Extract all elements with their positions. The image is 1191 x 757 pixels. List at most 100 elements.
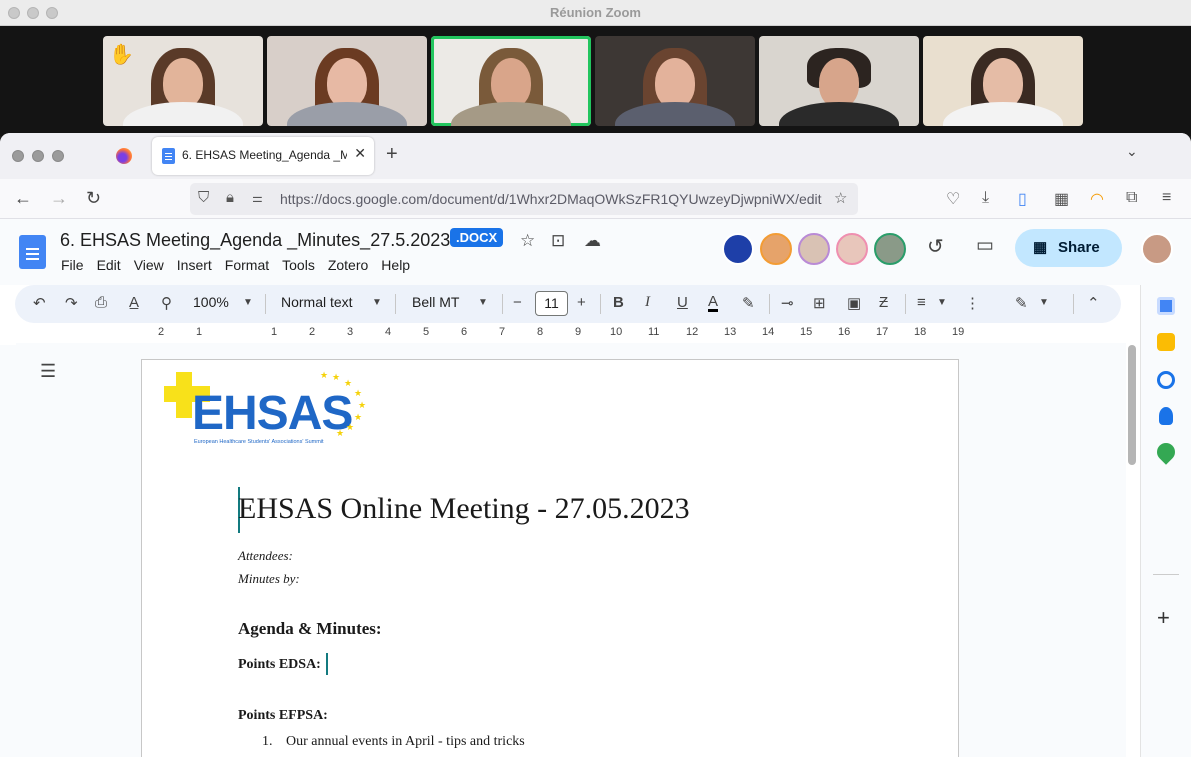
bold-icon[interactable]: B	[613, 294, 624, 311]
docs-extension-icon[interactable]: ▯	[1018, 189, 1027, 209]
new-tab-button[interactable]: +	[386, 143, 398, 166]
chevron-down-icon[interactable]: ▼	[243, 297, 253, 308]
tab-close-icon[interactable]: ✕	[354, 145, 366, 162]
editing-mode-pencil-icon[interactable]: ✎	[1015, 294, 1028, 312]
rainbow-extension-icon[interactable]: ◠	[1090, 189, 1104, 209]
reload-button[interactable]: ↻	[86, 188, 101, 209]
forward-button[interactable]: →	[50, 188, 68, 209]
participant-tile[interactable]	[759, 36, 919, 126]
browser-minimize-button[interactable]	[32, 150, 44, 162]
browser-close-button[interactable]	[12, 150, 24, 162]
font-size-input[interactable]: 11	[535, 291, 568, 316]
insert-link-icon[interactable]: ⊸	[781, 294, 794, 312]
menu-zotero[interactable]: Zotero	[328, 257, 368, 273]
cloud-saved-icon[interactable]: ☁	[584, 231, 601, 251]
firefox-icon[interactable]	[116, 148, 132, 164]
horizontal-ruler[interactable]: 2 1 1 2 3 4 5 6 7 8 9 10 11 12 13 14 15 16 17 18 19	[140, 326, 964, 342]
decrease-font-size-icon[interactable]: −	[513, 294, 522, 311]
tasks-icon[interactable]	[1157, 371, 1175, 389]
move-folder-icon[interactable]: ⊡	[551, 231, 565, 251]
downloads-icon[interactable]: ⤓	[982, 189, 989, 207]
chevron-down-icon[interactable]: ▼	[372, 297, 382, 308]
lock-icon[interactable]: 🔒︎	[226, 189, 234, 206]
chevron-down-icon[interactable]: ▼	[478, 297, 488, 308]
insert-image-icon[interactable]: ▣	[847, 294, 861, 312]
share-button[interactable]: ▦ Share	[1015, 229, 1122, 267]
google-docs-logo-icon[interactable]	[19, 235, 46, 269]
collaborator-avatar[interactable]	[798, 233, 830, 265]
ruler-tick-label: 7	[499, 326, 506, 338]
menu-tools[interactable]: Tools	[282, 257, 315, 273]
print-icon[interactable]: ⎙	[95, 294, 107, 311]
highlight-color-icon[interactable]: ✎	[742, 294, 755, 312]
collaborator-avatar[interactable]	[836, 233, 868, 265]
menu-file[interactable]: File	[61, 257, 84, 273]
clear-formatting-icon[interactable]: Ƶ	[879, 294, 888, 311]
ruler-tick-label: 11	[648, 326, 660, 338]
chevron-down-icon[interactable]: ▼	[1039, 297, 1049, 308]
participant-tile-active-speaker[interactable]	[431, 36, 591, 126]
menu-hamburger-icon[interactable]: ≡	[1162, 189, 1171, 207]
increase-font-size-icon[interactable]: +	[577, 294, 586, 311]
menu-view[interactable]: View	[134, 257, 164, 273]
paint-format-icon[interactable]: ⚲	[161, 294, 172, 312]
collaborator-avatar[interactable]	[722, 233, 754, 265]
redo-icon[interactable]: ↷	[65, 294, 78, 312]
paragraph-style-select[interactable]: Normal text	[281, 294, 353, 310]
url-text[interactable]: https://docs.google.com/document/d/1Whxr…	[280, 191, 830, 207]
menu-bar: File Edit View Insert Format Tools Zoter…	[61, 257, 423, 273]
navigation-bar: ← → ↻ ⛉ 🔒︎ ⚌ https://docs.google.com/doc…	[0, 179, 1191, 219]
scrollbar-thumb[interactable]	[1128, 345, 1136, 465]
browser-zoom-button[interactable]	[52, 150, 64, 162]
address-bar[interactable]: ⛉ 🔒︎ ⚌ https://docs.google.com/document/…	[190, 183, 858, 215]
tab-google-doc[interactable]: 6. EHSAS Meeting_Agenda _Minutes_27.5.20…	[152, 137, 374, 175]
comments-icon[interactable]: ▭	[976, 234, 994, 257]
participant-tile[interactable]: ✋	[103, 36, 263, 126]
hide-menus-chevron-up-icon[interactable]: ⌃	[1087, 294, 1100, 312]
participant-tile[interactable]	[267, 36, 427, 126]
underline-icon[interactable]: U	[677, 294, 688, 311]
shield-icon[interactable]: ⛉	[198, 189, 209, 206]
menu-insert[interactable]: Insert	[177, 257, 212, 273]
permissions-icon[interactable]: ⚌	[252, 191, 263, 205]
font-select[interactable]: Bell MT	[412, 294, 459, 310]
menu-help[interactable]: Help	[381, 257, 410, 273]
undo-icon[interactable]: ↶	[33, 294, 46, 312]
maps-icon[interactable]	[1153, 439, 1179, 465]
chevron-down-icon[interactable]: ▼	[937, 297, 947, 308]
participant-tile[interactable]	[595, 36, 755, 126]
contacts-icon[interactable]	[1159, 407, 1173, 425]
extension-icon[interactable]: ▦	[1054, 189, 1069, 209]
menu-format[interactable]: Format	[225, 257, 269, 273]
align-left-icon[interactable]: ≡	[917, 294, 926, 311]
spellcheck-icon[interactable]: A̲	[129, 294, 139, 311]
ruler-tick-label: 18	[914, 326, 927, 338]
tab-title: 6. EHSAS Meeting_Agenda _Minutes_27.5.20…	[182, 148, 347, 162]
collaborator-avatar[interactable]	[874, 233, 906, 265]
more-options-icon[interactable]: ⋮	[965, 294, 980, 312]
collaborator-avatar[interactable]	[760, 233, 792, 265]
add-comment-icon[interactable]: ⊞	[813, 294, 826, 312]
text-color-icon[interactable]: A	[708, 294, 719, 312]
ruler-tick-label: 2	[158, 326, 165, 338]
zoom-select[interactable]: 100%	[193, 294, 229, 310]
keep-icon[interactable]	[1157, 333, 1175, 351]
calendar-icon[interactable]	[1157, 297, 1175, 315]
get-addons-plus-icon[interactable]: +	[1157, 605, 1170, 631]
back-button[interactable]: ←	[14, 188, 32, 209]
pocket-icon[interactable]: ♡	[946, 189, 960, 209]
italic-icon[interactable]: I	[645, 294, 650, 311]
list-all-tabs-chevron-icon[interactable]: ⌄	[1126, 143, 1138, 160]
document-title[interactable]: 6. EHSAS Meeting_Agenda _Minutes_27.5.20…	[60, 230, 450, 251]
bookmark-star-icon[interactable]: ☆	[834, 189, 847, 207]
document-outline-icon[interactable]: ☰	[40, 361, 56, 382]
document-page[interactable]: EHSAS European Healthcare Students' Asso…	[141, 359, 959, 757]
account-avatar[interactable]	[1141, 233, 1173, 265]
star-icon[interactable]: ☆	[520, 231, 535, 251]
vertical-scrollbar[interactable]	[1126, 343, 1138, 757]
participant-tile[interactable]	[923, 36, 1083, 126]
version-history-icon[interactable]: ↺	[927, 234, 944, 259]
menu-edit[interactable]: Edit	[97, 257, 121, 273]
ruler-tick-label: 15	[800, 326, 813, 338]
extensions-puzzle-icon[interactable]: ⧉	[1126, 189, 1137, 207]
